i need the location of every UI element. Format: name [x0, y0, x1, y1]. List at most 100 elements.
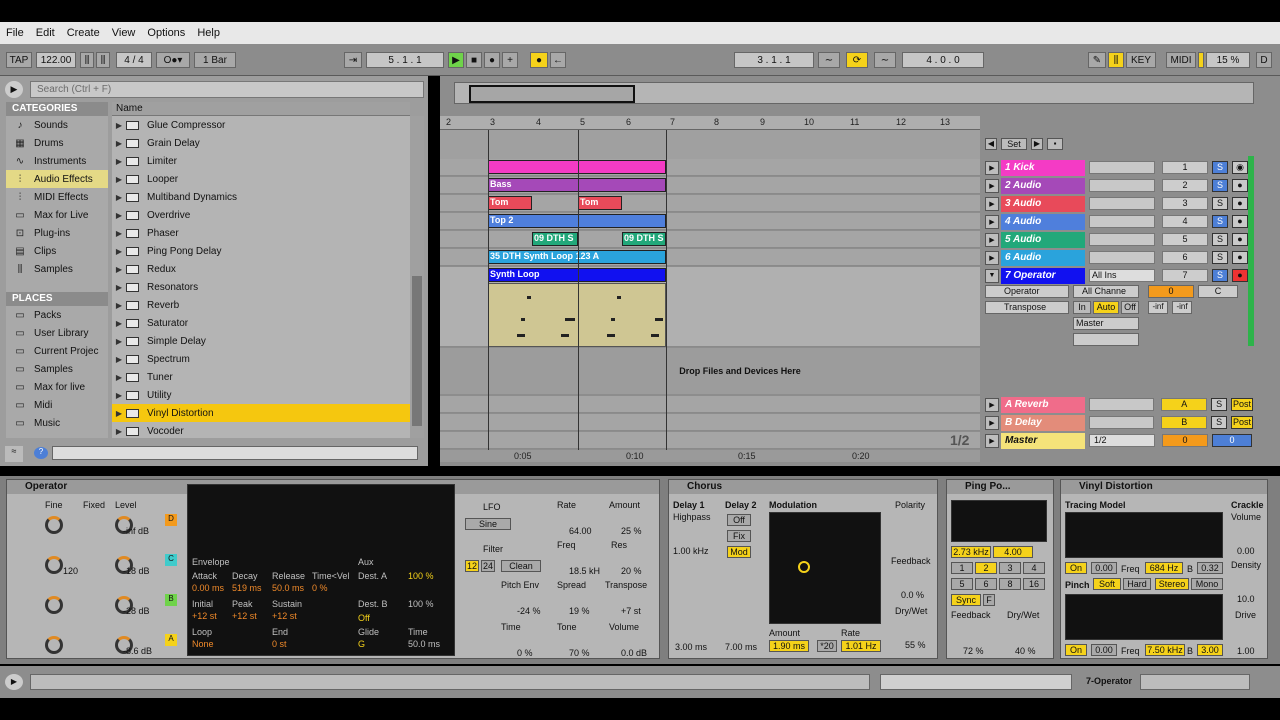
fine-knob[interactable] — [45, 556, 63, 574]
solo-button[interactable]: S — [1211, 416, 1228, 429]
name-column-header[interactable]: Name — [112, 102, 410, 116]
category-midi-effects[interactable]: ⫶ MIDI Effects — [6, 188, 108, 206]
expand-icon[interactable]: ▶ — [112, 265, 126, 274]
lfo-amount-value[interactable]: 25 % — [621, 526, 642, 536]
menu-options[interactable]: Options — [141, 27, 191, 39]
position-field[interactable]: 5 . 1 . 1 — [366, 52, 444, 68]
track-header-2[interactable]: ▶ 2 Audio 2 S ● — [985, 177, 1253, 194]
freeze-button[interactable]: F — [983, 594, 995, 606]
ppd-feedback-value[interactable]: 72 % — [963, 646, 984, 656]
track-input[interactable] — [1089, 233, 1155, 246]
expand-icon[interactable]: ▶ — [112, 193, 126, 202]
osc-button[interactable]: D — [165, 514, 177, 526]
list-item[interactable]: ▶ Overdrive — [112, 206, 410, 224]
prev-locator-icon[interactable]: ◀ — [985, 138, 997, 150]
track-name[interactable]: 7 Operator — [1001, 267, 1085, 284]
release-value[interactable]: 50.0 ms — [272, 583, 304, 593]
clip[interactable] — [488, 160, 666, 174]
midi-note[interactable] — [651, 334, 659, 337]
rate-x20-button[interactable]: *20 — [817, 640, 837, 652]
arm-button[interactable]: ● — [1232, 197, 1248, 210]
device-overview[interactable] — [1140, 674, 1250, 690]
osc-button[interactable]: A — [165, 634, 177, 646]
track-header-4[interactable]: ▶ 4 Audio 4 S ● — [985, 213, 1253, 230]
list-item[interactable]: ▶ Saturator — [112, 314, 410, 332]
browser-scrollbar[interactable] — [410, 116, 424, 438]
track-activator[interactable]: 2 — [1162, 179, 1208, 192]
expand-icon[interactable]: ▶ — [112, 409, 126, 418]
track-input[interactable] — [1089, 179, 1155, 192]
lfo-rate-value[interactable]: 64.00 — [569, 526, 592, 536]
place-midi[interactable]: ▭ Midi — [6, 396, 108, 414]
midi-map-button[interactable]: MIDI — [1166, 52, 1196, 68]
solo-button[interactable]: S — [1212, 269, 1228, 282]
place-current-project[interactable]: ▭ Current Projec — [6, 342, 108, 360]
search-input[interactable]: Search (Ctrl + F) — [30, 81, 424, 98]
place-max-for-live[interactable]: ▭ Max for live — [6, 378, 108, 396]
midi-note[interactable] — [607, 334, 615, 337]
master-header[interactable]: ▶ Master 1/2 0 0 — [985, 432, 1253, 449]
return-lane-b[interactable] — [440, 414, 980, 431]
back-to-arrangement-icon[interactable]: ← — [550, 52, 566, 68]
arm-button[interactable]: ● — [1232, 179, 1248, 192]
expand-icon[interactable]: ▶ — [112, 373, 126, 382]
list-item[interactable]: ▶ Utility — [112, 386, 410, 404]
menu-help[interactable]: Help — [191, 27, 226, 39]
track-activator[interactable]: 7 — [1162, 269, 1208, 282]
track-input[interactable] — [1088, 416, 1155, 429]
expand-icon[interactable]: ▶ — [112, 139, 126, 148]
drop-area[interactable]: Drop Files and Devices Here — [440, 348, 980, 394]
beat-button[interactable]: 2 — [975, 562, 997, 574]
expand-icon[interactable]: ▶ — [112, 319, 126, 328]
category-instruments[interactable]: ∿ Instruments — [6, 152, 108, 170]
track-name[interactable]: 5 Audio — [1001, 231, 1085, 248]
track-header-5[interactable]: ▶ 5 Audio 5 S ● — [985, 231, 1253, 248]
category-audio-effects[interactable]: ⫶ Audio Effects — [6, 170, 108, 188]
peak-value[interactable]: +12 st — [232, 611, 257, 621]
post-button[interactable]: Post — [1231, 398, 1253, 411]
list-item[interactable]: ▶ Reverb — [112, 296, 410, 314]
xy-handle[interactable] — [798, 561, 810, 573]
midi-notes[interactable] — [488, 283, 666, 347]
mono-button[interactable]: Mono — [1191, 578, 1223, 590]
expand-icon[interactable]: ▶ — [112, 337, 126, 346]
track-header-6[interactable]: ▶ 6 Audio 6 S ● — [985, 249, 1253, 266]
envelope-display[interactable]: Envelope Attack 0.00 ms Decay 519 ms Rel… — [187, 484, 455, 656]
list-item[interactable]: ▶ Looper — [112, 170, 410, 188]
filter-display[interactable] — [951, 500, 1047, 542]
computer-keyboard-icon[interactable]: ⫼ — [1108, 52, 1124, 68]
fold-icon[interactable]: ▼ — [985, 268, 999, 283]
fine-knob[interactable] — [45, 516, 63, 534]
stop-icon[interactable]: ■ — [466, 52, 482, 68]
menu-view[interactable]: View — [106, 27, 142, 39]
beat-button[interactable]: 5 — [951, 578, 973, 590]
midi-note[interactable] — [527, 296, 531, 299]
arm-button[interactable]: ● — [1232, 269, 1248, 282]
clip[interactable]: Synth Loop — [488, 268, 666, 282]
expand-icon[interactable]: ▶ — [112, 301, 126, 310]
decay-value[interactable]: 519 ms — [232, 583, 262, 593]
delay1-time[interactable]: 3.00 ms — [675, 642, 707, 652]
solo-button[interactable]: S — [1211, 398, 1228, 411]
loop-brace-area[interactable] — [440, 130, 980, 160]
help-icon[interactable]: ? — [34, 447, 48, 459]
track-pan[interactable]: C — [1198, 285, 1238, 298]
fold-icon[interactable]: ▶ — [985, 250, 999, 265]
expand-icon[interactable]: ▶ — [112, 427, 126, 436]
drive-value[interactable]: 1.00 — [1237, 646, 1255, 656]
monitor-in-button[interactable]: In — [1073, 301, 1091, 314]
place-music[interactable]: ▭ Music — [6, 414, 108, 432]
master-lane[interactable] — [440, 432, 980, 449]
track-input[interactable] — [1089, 215, 1155, 228]
delay2-fix-button[interactable]: Fix — [727, 530, 751, 542]
track-name[interactable]: B Delay — [1000, 414, 1085, 431]
initial-value[interactable]: +12 st — [192, 611, 217, 621]
track-name[interactable]: 2 Audio — [1001, 177, 1085, 194]
attack-value[interactable]: 0.00 ms — [192, 583, 224, 593]
solo-button[interactable]: S — [1212, 179, 1228, 192]
pinch-on-button[interactable]: On — [1065, 644, 1087, 656]
follow-icon[interactable]: ⇥ — [344, 52, 362, 68]
audio-to-select[interactable]: Master — [1073, 317, 1139, 330]
drywet-value[interactable]: 55 % — [905, 640, 926, 650]
spread-value[interactable]: 19 % — [569, 606, 590, 616]
